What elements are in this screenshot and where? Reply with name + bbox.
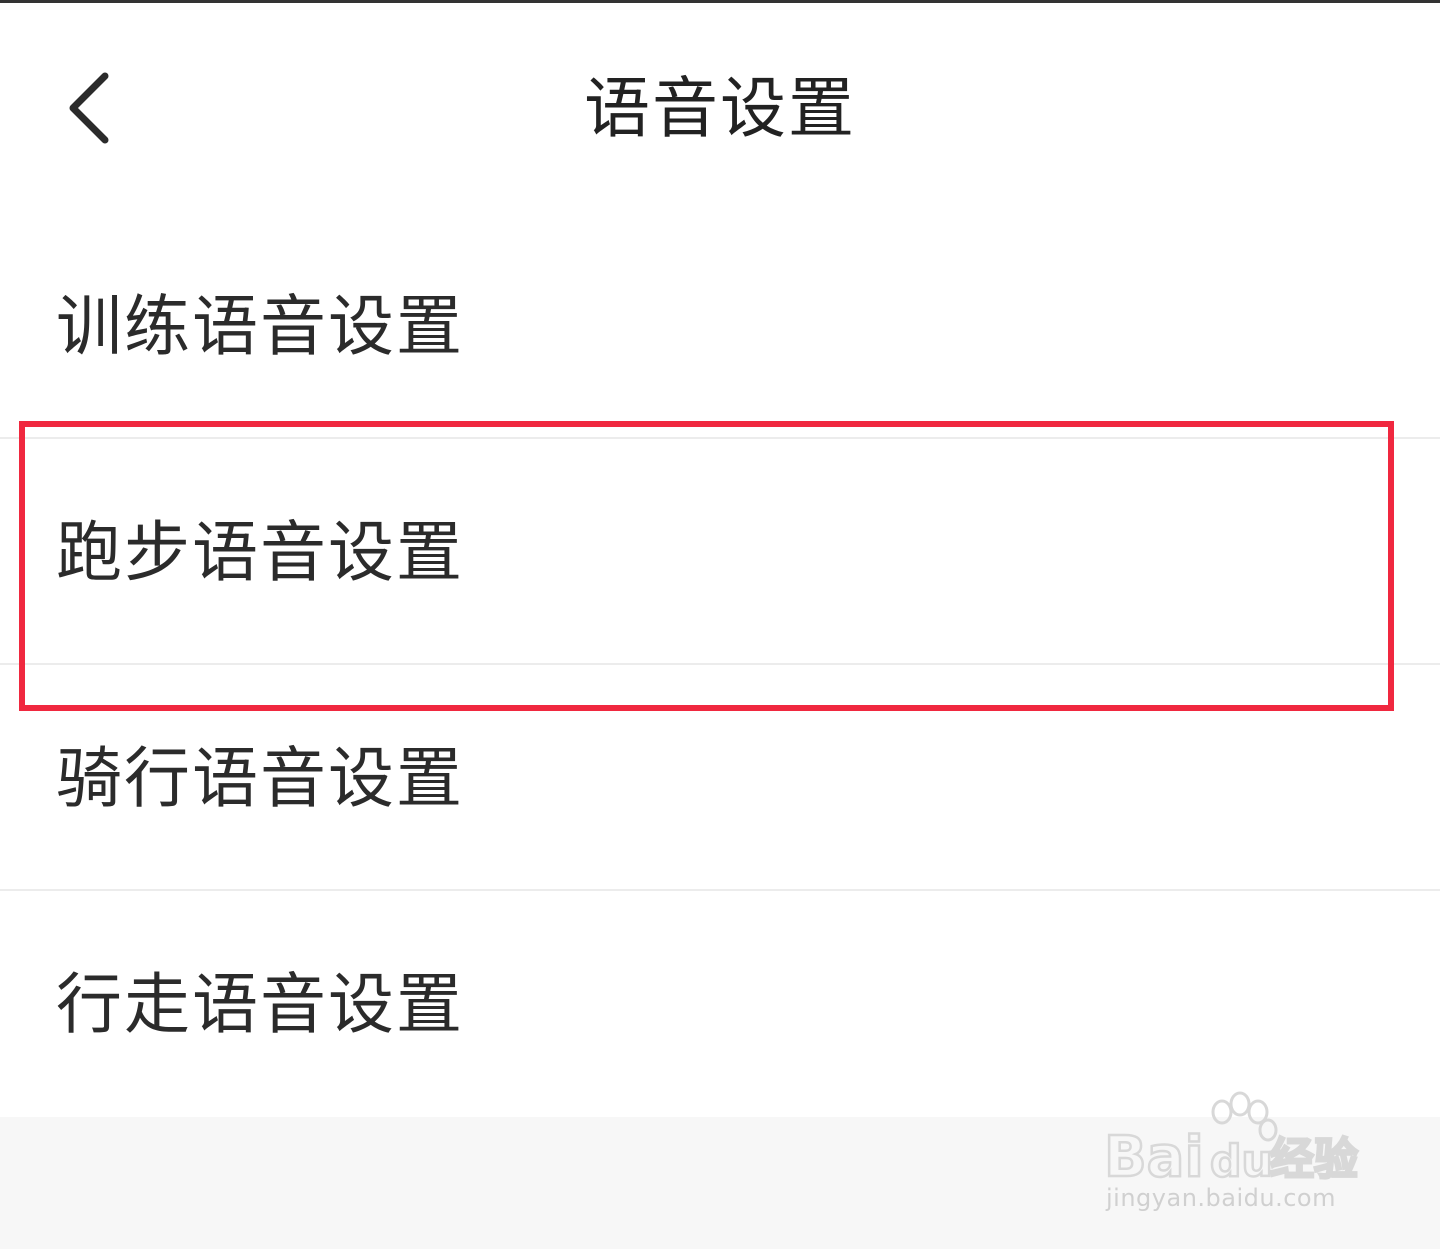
page-title: 语音设置: [584, 70, 856, 147]
header: 语音设置: [0, 3, 1440, 213]
list-item-cycling-voice[interactable]: 骑行语音设置: [0, 665, 1440, 891]
bottom-blank-area: [0, 1117, 1440, 1249]
list-item-running-voice[interactable]: 跑步语音设置: [0, 439, 1440, 665]
voice-settings-screen: 语音设置 训练语音设置 跑步语音设置 骑行语音设置 行走语音设置 Bai du …: [0, 0, 1440, 1249]
settings-list: 训练语音设置 跑步语音设置 骑行语音设置 行走语音设置: [0, 213, 1440, 1119]
watermark-url: jingyan.baidu.com: [1106, 1184, 1336, 1212]
list-item-label: 跑步语音设置: [56, 514, 464, 591]
list-item-label: 训练语音设置: [56, 288, 464, 365]
list-item-label: 骑行语音设置: [56, 740, 464, 817]
list-item-training-voice[interactable]: 训练语音设置: [0, 213, 1440, 439]
list-item-label: 行走语音设置: [56, 966, 464, 1043]
list-item-walking-voice[interactable]: 行走语音设置: [0, 891, 1440, 1119]
